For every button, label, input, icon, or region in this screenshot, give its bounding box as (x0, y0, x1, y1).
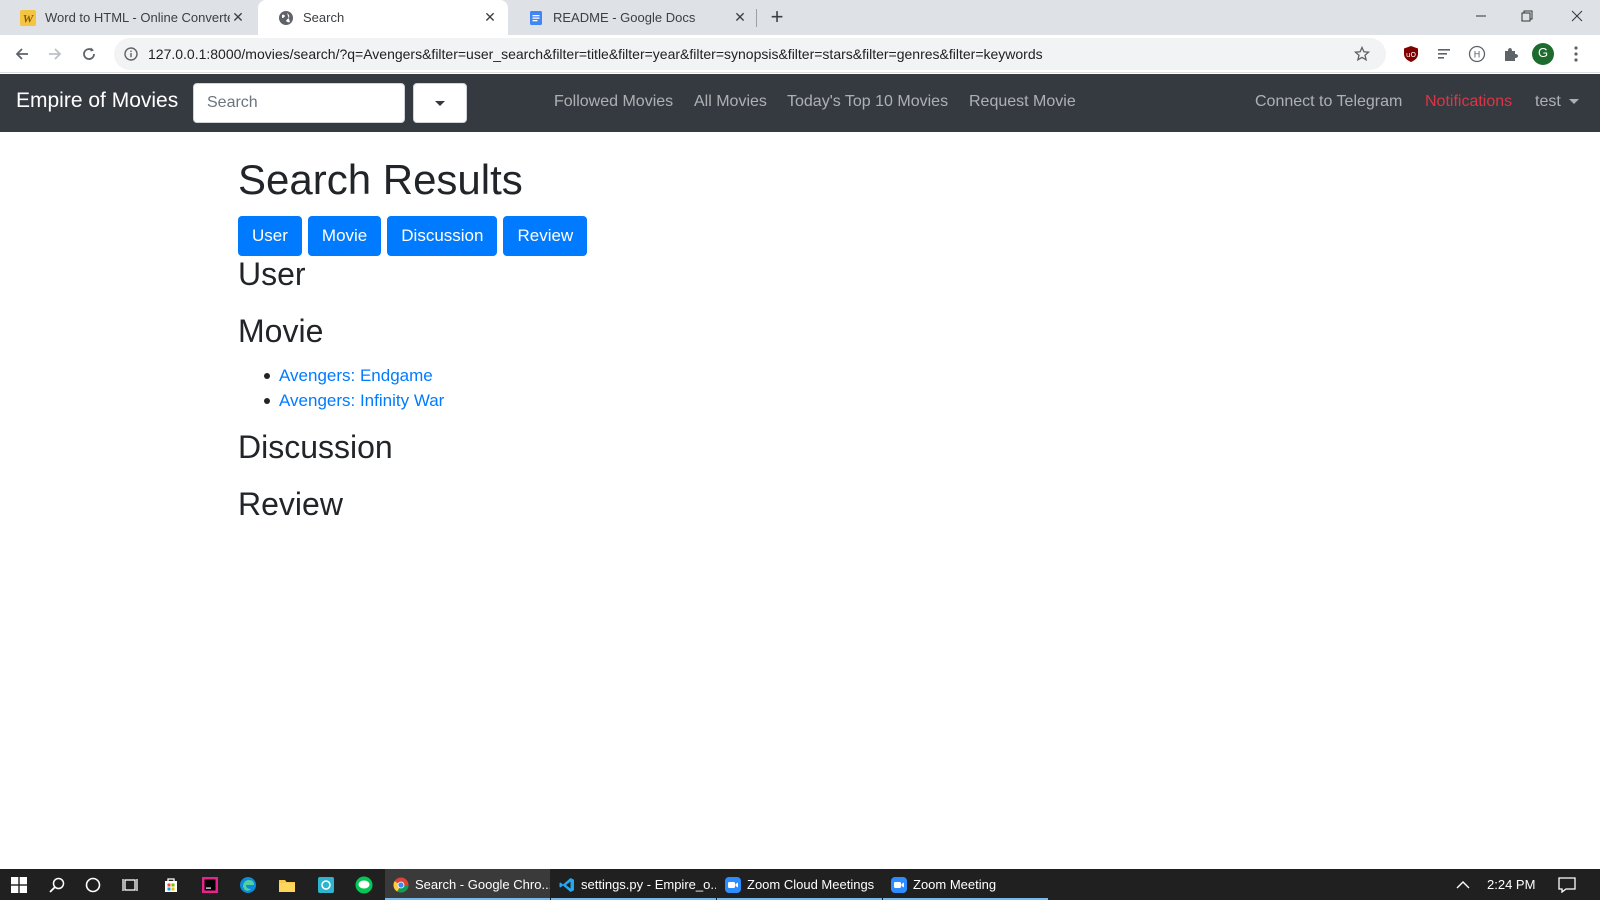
tab-separator (756, 9, 757, 27)
movie-results-list: Avengers: Endgame Avengers: Infinity War (238, 363, 444, 413)
reader-mode-icon[interactable] (1434, 44, 1454, 64)
movie-link-infinity-war[interactable]: Avengers: Infinity War (279, 391, 444, 410)
extensions-puzzle-icon[interactable] (1500, 44, 1520, 64)
page-title: Search Results (238, 156, 523, 203)
cortana-icon[interactable] (74, 869, 112, 900)
tab-title: Search (303, 10, 345, 25)
tab-title: README - Google Docs (553, 10, 696, 25)
bullet-dot (264, 373, 270, 379)
tab-readme[interactable]: README - Google Docs ✕ (508, 0, 758, 35)
search-icon[interactable] (38, 869, 76, 900)
bullet-dot (264, 398, 270, 404)
section-heading-review: Review (238, 486, 343, 522)
taskbar-app-label: Zoom Meeting (913, 877, 997, 892)
windows-start-icon[interactable] (0, 869, 38, 900)
close-tab-icon[interactable]: ✕ (482, 9, 498, 26)
notification-center-icon[interactable] (1548, 869, 1586, 900)
chevron-up-icon[interactable] (1448, 869, 1478, 900)
nav-request-movie[interactable]: Request Movie (969, 93, 1076, 111)
nav-user-menu[interactable]: test (1535, 93, 1580, 111)
taskbar-app-label: settings.py - Empire_o... (581, 877, 716, 892)
svg-text:H: H (1474, 51, 1481, 61)
user-name: test (1535, 93, 1561, 110)
taskbar-app-label: Zoom Cloud Meetings (747, 877, 875, 892)
browser-tab-strip: W Word to HTML - Online Converter ✕ Sear… (0, 0, 1600, 35)
new-tab-button[interactable]: + (765, 6, 789, 30)
profile-initial: G (1537, 45, 1549, 60)
taskbar-app-zoom-meeting[interactable]: Zoom Meeting (883, 869, 1048, 900)
file-explorer-icon[interactable] (268, 869, 306, 900)
line-app-icon[interactable] (345, 869, 383, 900)
section-heading-discussion: Discussion (238, 429, 393, 465)
section-heading-movie: Movie (238, 313, 324, 349)
jetbrains-icon[interactable] (191, 869, 229, 900)
close-tab-icon[interactable]: ✕ (732, 9, 748, 26)
forward-arrow-icon[interactable] (41, 40, 69, 68)
search-filter-dropdown-button[interactable] (413, 83, 467, 123)
zoom-icon (725, 876, 741, 893)
hypothesis-icon[interactable]: H (1467, 44, 1487, 64)
url-text: 127.0.0.1:8000/movies/search/?q=Avengers… (148, 46, 1043, 62)
site-info-icon[interactable] (114, 47, 148, 61)
tab-word-to-html[interactable]: W Word to HTML - Online Converter ✕ (0, 0, 256, 35)
store-icon[interactable] (152, 869, 190, 900)
zoom-icon (891, 876, 907, 893)
site-navbar: Empire of Movies Followed Movies All Mov… (0, 74, 1600, 132)
filter-review-button[interactable]: Review (503, 216, 588, 256)
close-tab-icon[interactable]: ✕ (230, 9, 246, 26)
filter-discussion-button[interactable]: Discussion (387, 216, 498, 256)
caret-down-icon (1569, 99, 1580, 105)
task-view-icon[interactable] (111, 869, 149, 900)
system-clock[interactable]: 2:24 PM (1487, 869, 1535, 900)
windows-taskbar: Search - Google Chro... settings.py - Em… (0, 869, 1600, 900)
address-bar[interactable]: 127.0.0.1:8000/movies/search/?q=Avengers… (114, 38, 1386, 70)
svg-text:uO: uO (1406, 51, 1416, 59)
filter-movie-button[interactable]: Movie (307, 216, 382, 256)
filter-button-row: User Movie Discussion Review (238, 216, 593, 256)
browser-toolbar: 127.0.0.1:8000/movies/search/?q=Avengers… (0, 35, 1600, 73)
taskbar-app-vscode[interactable]: settings.py - Empire_o... (551, 869, 716, 900)
browser-menu-icon[interactable] (1566, 44, 1586, 64)
back-arrow-icon[interactable] (8, 40, 36, 68)
list-item: Avengers: Infinity War (238, 388, 444, 413)
taskbar-app-chrome[interactable]: Search - Google Chro... (385, 869, 550, 900)
edge-icon[interactable] (229, 869, 267, 900)
nav-followed-movies[interactable]: Followed Movies (554, 93, 673, 111)
globe-icon (278, 10, 294, 26)
svg-text:W: W (23, 11, 35, 25)
vscode-icon (559, 877, 575, 893)
brand-link[interactable]: Empire of Movies (16, 89, 178, 113)
chrome-icon (393, 877, 409, 893)
nav-notifications[interactable]: Notifications (1425, 93, 1512, 111)
reload-icon[interactable] (75, 40, 103, 68)
close-window-icon[interactable] (1554, 0, 1600, 32)
search-input[interactable] (193, 83, 405, 123)
ublock-icon[interactable]: uO (1401, 44, 1421, 64)
filter-user-button[interactable]: User (238, 216, 302, 256)
w-letter-icon: W (20, 9, 36, 26)
caret-down-icon (435, 100, 445, 106)
nav-connect-telegram[interactable]: Connect to Telegram (1255, 93, 1402, 111)
taskbar-app-zoom-cloud[interactable]: Zoom Cloud Meetings (717, 869, 882, 900)
profile-avatar[interactable]: G (1531, 42, 1555, 66)
movie-link-endgame[interactable]: Avengers: Endgame (279, 366, 433, 385)
minimize-icon[interactable] (1458, 0, 1504, 32)
taskbar-app-label: Search - Google Chro... (415, 877, 550, 892)
bookmark-star-icon[interactable] (1352, 44, 1372, 64)
nav-top-10-movies[interactable]: Today's Top 10 Movies (787, 93, 948, 111)
docs-icon (528, 10, 544, 26)
section-heading-user: User (238, 256, 306, 292)
tab-search[interactable]: Search ✕ (258, 0, 508, 35)
restore-icon[interactable] (1504, 0, 1550, 32)
messaging-app-icon[interactable] (307, 869, 345, 900)
tab-title: Word to HTML - Online Converter (45, 10, 230, 25)
list-item: Avengers: Endgame (238, 363, 444, 388)
nav-all-movies[interactable]: All Movies (694, 93, 767, 111)
